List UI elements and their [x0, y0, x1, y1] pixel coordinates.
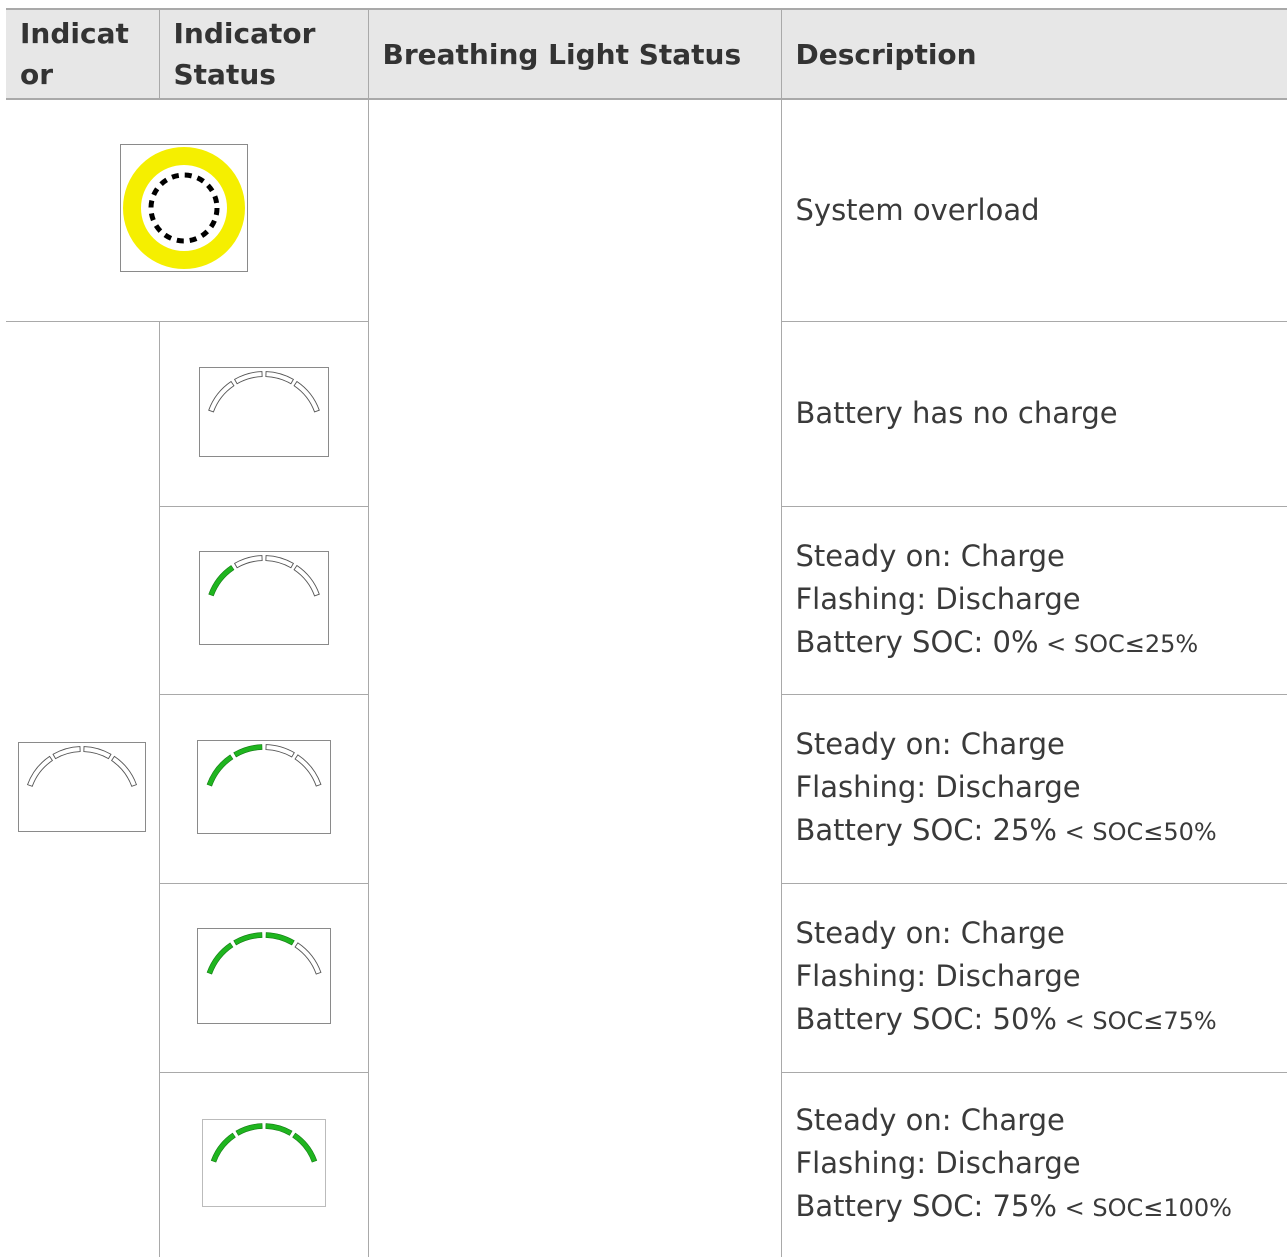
description-line: Flashing: Discharge	[796, 1142, 1287, 1185]
overload-ring-icon	[120, 144, 248, 272]
arc-segment	[84, 747, 111, 759]
arc-segment	[233, 932, 261, 944]
soc-line: Battery SOC: 0% < SOC≤25%	[796, 621, 1287, 666]
description-cell: Steady on: Charge Flashing: Discharge Ba…	[781, 1072, 1287, 1257]
arc-segment	[207, 754, 233, 785]
description-cell: System overload	[781, 99, 1287, 321]
description-cell: Steady on: Charge Flashing: Discharge Ba…	[781, 506, 1287, 694]
arc-segment	[295, 942, 321, 973]
breathing-light-status-cell	[368, 99, 781, 1257]
arc-segment	[208, 566, 233, 596]
arc-segment	[265, 371, 293, 383]
arc-segment	[265, 1123, 291, 1135]
arc-segment	[208, 381, 233, 411]
description-line: Steady on: Charge	[796, 535, 1287, 578]
arc-segment	[234, 556, 262, 568]
description-cell: Steady on: Charge Flashing: Discharge Ba…	[781, 883, 1287, 1072]
header-breathing-light-status: Breathing Light Status	[368, 9, 781, 99]
description-line: Battery has no charge	[796, 392, 1287, 435]
arc-segment	[294, 381, 319, 411]
header-indicator: Indicat or	[6, 9, 159, 99]
indicator-cell	[6, 321, 159, 1257]
soc-prefix: Battery SOC: 75%	[796, 1189, 1057, 1223]
battery-arc-4-icon	[202, 1119, 326, 1207]
table-row: System overload	[6, 99, 1287, 321]
soc-line: Battery SOC: 50% < SOC≤75%	[796, 998, 1287, 1043]
arc-segment	[211, 1133, 235, 1162]
arc-segment	[295, 754, 321, 785]
description-line: Flashing: Discharge	[796, 578, 1287, 621]
table-header-row: Indicat or Indicator Status Breathing Li…	[6, 9, 1287, 99]
header-description: Description	[781, 9, 1287, 99]
description-cell: Steady on: Charge Flashing: Discharge Ba…	[781, 694, 1287, 883]
battery-arc-1-icon	[199, 551, 329, 645]
soc-line: Battery SOC: 75% < SOC≤100%	[796, 1185, 1287, 1230]
description-cell: Battery has no charge	[781, 321, 1287, 506]
indicator-status-cell	[159, 1072, 368, 1257]
soc-range: < SOC≤50%	[1057, 818, 1217, 846]
overload-cell	[6, 99, 368, 321]
soc-range: < SOC≤100%	[1057, 1194, 1232, 1222]
arc-segment	[28, 757, 53, 787]
indicator-status-cell	[159, 506, 368, 694]
arc-segment	[265, 744, 293, 756]
battery-arc-3-icon	[197, 928, 331, 1024]
soc-range: < SOC≤75%	[1057, 1007, 1217, 1035]
arc-segment	[207, 942, 233, 973]
battery-arc-2-icon	[197, 740, 331, 834]
arc-segment	[233, 744, 261, 756]
soc-line: Battery SOC: 25% < SOC≤50%	[796, 809, 1287, 854]
description-line: Flashing: Discharge	[796, 766, 1287, 809]
arc-segment	[265, 932, 293, 944]
arc-segment	[53, 747, 80, 759]
arc-segment	[265, 556, 293, 568]
arc-segment	[112, 757, 137, 787]
arc-segment	[235, 1123, 261, 1135]
arc-segment	[292, 1133, 316, 1162]
battery-arc-0-icon	[199, 367, 329, 457]
soc-range: < SOC≤25%	[1039, 630, 1199, 658]
arc-segment	[294, 566, 319, 596]
indicator-status-cell	[159, 321, 368, 506]
description-line: Steady on: Charge	[796, 1099, 1287, 1142]
indicator-table: Indicat or Indicator Status Breathing Li…	[6, 8, 1287, 1257]
battery-arc-indicator-icon	[18, 742, 146, 832]
arc-segment	[234, 371, 262, 383]
indicator-status-cell	[159, 694, 368, 883]
description-line: System overload	[796, 189, 1287, 232]
description-line: Steady on: Charge	[796, 912, 1287, 955]
soc-prefix: Battery SOC: 50%	[796, 1002, 1057, 1036]
soc-prefix: Battery SOC: 0%	[796, 625, 1039, 659]
description-line: Flashing: Discharge	[796, 955, 1287, 998]
indicator-status-cell	[159, 883, 368, 1072]
header-indicator-status: Indicator Status	[159, 9, 368, 99]
soc-prefix: Battery SOC: 25%	[796, 813, 1057, 847]
description-line: Steady on: Charge	[796, 723, 1287, 766]
